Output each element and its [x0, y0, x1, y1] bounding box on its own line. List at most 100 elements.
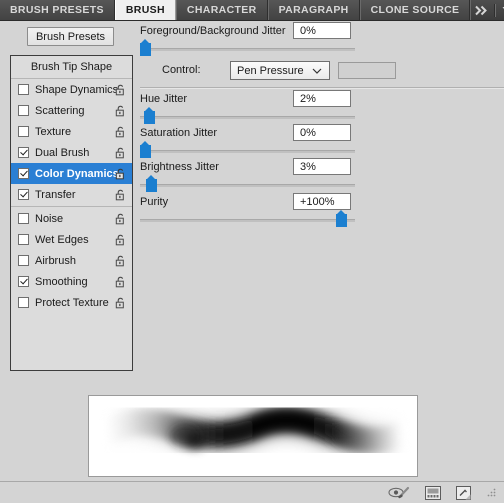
- checkbox-noise[interactable]: [18, 213, 29, 224]
- panel-footer: [0, 481, 504, 502]
- slider-track: [140, 184, 355, 187]
- slider-thumb[interactable]: [336, 210, 347, 227]
- unlocked-padlock-icon[interactable]: [115, 126, 126, 138]
- control-select[interactable]: Pen Pressure: [230, 61, 330, 80]
- slider-track: [140, 116, 355, 119]
- list-item-label: Smoothing: [35, 275, 88, 288]
- new-brush-icon[interactable]: [456, 485, 471, 500]
- list-item-label: Airbrush: [35, 254, 76, 267]
- list-item-label: Dual Brush: [35, 146, 90, 159]
- fg-bg-jitter-label: Foreground/Background Jitter: [140, 25, 286, 37]
- tab-brush[interactable]: BRUSH: [114, 0, 176, 20]
- list-item-wet-edges[interactable]: Wet Edges: [11, 229, 132, 250]
- panel-header-icons: [471, 0, 504, 20]
- header-divider: [494, 3, 497, 17]
- unlocked-padlock-icon[interactable]: [115, 276, 126, 288]
- unlocked-padlock-icon[interactable]: [115, 168, 126, 180]
- list-item-color-dynamics[interactable]: Color Dynamics: [11, 163, 132, 184]
- fg-bg-jitter-slider[interactable]: [140, 39, 355, 56]
- list-item-brush-tip-shape[interactable]: Brush Tip Shape: [11, 56, 132, 79]
- checkbox-shape-dynamics[interactable]: [18, 84, 29, 95]
- unlocked-padlock-icon[interactable]: [115, 213, 126, 225]
- checkbox-wet-edges[interactable]: [18, 234, 29, 245]
- control-select-value: Pen Pressure: [237, 64, 304, 77]
- list-item-label: Noise: [35, 212, 64, 225]
- section-divider: [140, 87, 504, 89]
- brush-tip-shape-label: Brush Tip Shape: [30, 61, 113, 73]
- list-item-transfer[interactable]: Transfer: [11, 184, 132, 205]
- checkbox-scattering[interactable]: [18, 105, 29, 116]
- footer-icon-group: [388, 482, 500, 503]
- unlocked-padlock-icon[interactable]: [115, 255, 126, 267]
- hue-jitter-input[interactable]: 2%: [293, 90, 351, 107]
- brightness-jitter-input[interactable]: 3%: [293, 158, 351, 175]
- saturation-jitter-input[interactable]: 0%: [293, 124, 351, 141]
- checkbox-protect-texture[interactable]: [18, 297, 29, 308]
- double-chevron-right-icon[interactable]: [475, 5, 488, 16]
- chevron-down-icon: [312, 67, 322, 74]
- tab-paragraph[interactable]: PARAGRAPH: [267, 0, 360, 20]
- list-item-protect-texture[interactable]: Protect Texture: [11, 292, 132, 313]
- tab-label: CLONE SOURCE: [370, 4, 460, 16]
- resize-grip-icon[interactable]: [486, 487, 497, 498]
- unlocked-padlock-icon[interactable]: [115, 105, 126, 117]
- slider-track: [140, 150, 355, 153]
- unlocked-padlock-icon[interactable]: [115, 147, 126, 159]
- brush-presets-panel-icon[interactable]: [425, 485, 441, 500]
- unlocked-padlock-icon[interactable]: [115, 234, 126, 246]
- brightness-jitter-slider[interactable]: [140, 175, 355, 192]
- brush-panel-body: Brush Presets Brush Tip Shape Shape Dyna…: [0, 21, 504, 481]
- hue-jitter-slider[interactable]: [140, 107, 355, 124]
- checkbox-airbrush[interactable]: [18, 255, 29, 266]
- list-item-shape-dynamics[interactable]: Shape Dynamics: [11, 79, 132, 100]
- saturation-jitter-label: Saturation Jitter: [140, 127, 218, 139]
- tab-label: BRUSH: [125, 4, 165, 16]
- list-item-label: Transfer: [35, 188, 76, 201]
- tab-character[interactable]: CHARACTER: [175, 0, 268, 20]
- purity-slider[interactable]: [140, 210, 355, 227]
- slider-thumb[interactable]: [140, 141, 151, 158]
- checkbox-smoothing[interactable]: [18, 276, 29, 287]
- saturation-jitter-slider[interactable]: [140, 141, 355, 158]
- purity-label: Purity: [140, 196, 169, 208]
- brush-options-list: Brush Tip Shape Shape Dynamics Scatterin…: [10, 55, 133, 371]
- checkbox-transfer[interactable]: [18, 189, 29, 200]
- unlocked-padlock-icon[interactable]: [115, 189, 126, 201]
- slider-thumb[interactable]: [144, 107, 155, 124]
- list-item-noise[interactable]: Noise: [11, 208, 132, 229]
- control-aux-input: [338, 62, 396, 79]
- tab-clone-source[interactable]: CLONE SOURCE: [359, 0, 471, 20]
- brush-presets-button[interactable]: Brush Presets: [27, 27, 114, 46]
- hue-jitter-label: Hue Jitter: [140, 93, 188, 105]
- list-item-dual-brush[interactable]: Dual Brush: [11, 142, 132, 163]
- slider-track: [140, 48, 355, 51]
- list-item-label: Protect Texture: [35, 296, 109, 309]
- checkbox-dual-brush[interactable]: [18, 147, 29, 158]
- unlocked-padlock-icon[interactable]: [115, 297, 126, 309]
- purity-input[interactable]: +100%: [293, 193, 351, 210]
- panel-tab-bar: BRUSH PRESETS BRUSH CHARACTER PARAGRAPH …: [0, 0, 504, 21]
- fg-bg-jitter-input[interactable]: 0%: [293, 22, 351, 39]
- list-item-texture[interactable]: Texture: [11, 121, 132, 142]
- control-label: Control:: [162, 64, 201, 76]
- list-item-scattering[interactable]: Scattering: [11, 100, 132, 121]
- brush-presets-button-label: Brush Presets: [35, 30, 106, 43]
- list-item-label: Color Dynamics: [35, 167, 119, 180]
- list-item-label: Wet Edges: [35, 233, 89, 246]
- checkbox-color-dynamics[interactable]: [18, 168, 29, 179]
- list-item-smoothing[interactable]: Smoothing: [11, 271, 132, 292]
- brush-stroke-graphic: [89, 396, 417, 476]
- slider-track: [140, 219, 355, 222]
- brush-stroke-preview: [88, 395, 418, 477]
- list-item-label: Scattering: [35, 104, 85, 117]
- list-item-airbrush[interactable]: Airbrush: [11, 250, 132, 271]
- list-item-label: Texture: [35, 125, 72, 138]
- tab-brush-presets[interactable]: BRUSH PRESETS: [0, 0, 115, 20]
- slider-thumb[interactable]: [140, 39, 151, 56]
- checkbox-texture[interactable]: [18, 126, 29, 137]
- slider-thumb[interactable]: [146, 175, 157, 192]
- list-item-label: Shape Dynamics: [35, 83, 119, 96]
- toggle-brush-preview-icon[interactable]: [388, 486, 410, 499]
- brightness-jitter-label: Brightness Jitter: [140, 161, 219, 173]
- unlocked-padlock-icon[interactable]: [115, 84, 126, 96]
